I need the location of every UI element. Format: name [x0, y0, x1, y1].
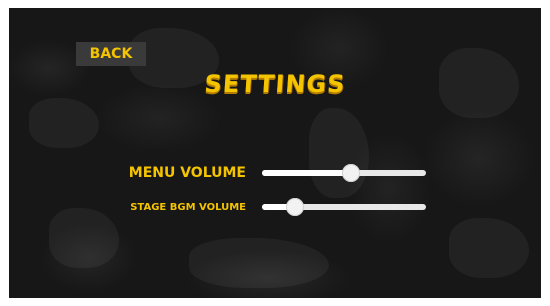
background-rock	[309, 108, 369, 198]
stage-bgm-volume-slider[interactable]	[262, 197, 426, 217]
background-rock	[189, 238, 329, 288]
background-rock	[29, 98, 99, 148]
menu-volume-label: MENU VOLUME	[128, 165, 246, 181]
slider-handle[interactable]	[341, 164, 360, 182]
settings-screen: BACK SETTINGS MENU VOLUME STAGE BGM VOLU…	[9, 8, 541, 298]
slider-handle[interactable]	[285, 198, 304, 216]
back-button[interactable]: BACK	[76, 42, 146, 66]
page-title: SETTINGS	[203, 70, 347, 98]
background-rock	[449, 218, 529, 278]
menu-volume-slider[interactable]	[262, 163, 426, 183]
stage-bgm-volume-label: STAGE BGM VOLUME	[130, 202, 246, 213]
background-rock	[49, 208, 119, 268]
slider-fill	[262, 170, 351, 176]
